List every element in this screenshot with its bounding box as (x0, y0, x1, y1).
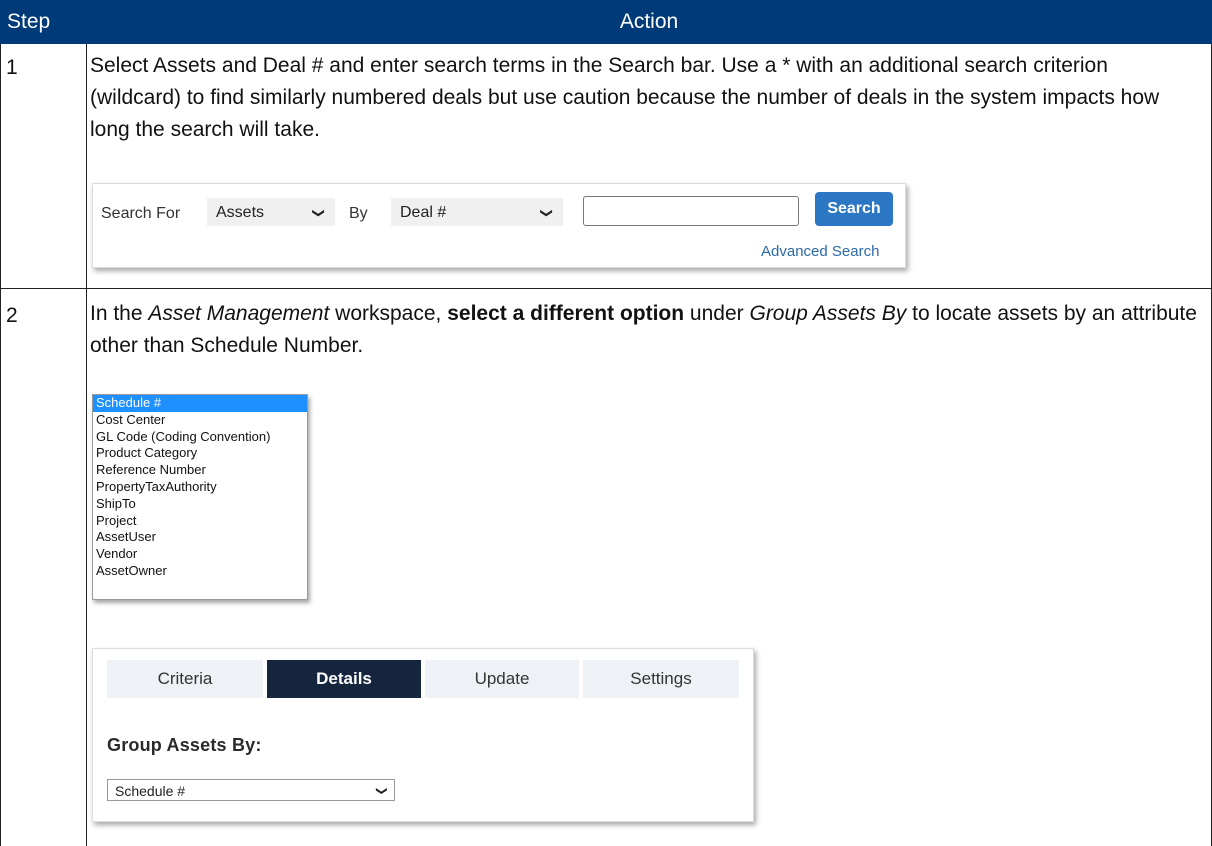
table-header: Step Action (0, 0, 1212, 44)
chevron-down-icon: ❯ (539, 207, 554, 219)
text-part: under (684, 302, 750, 325)
list-item[interactable]: Reference Number (93, 462, 307, 479)
step-2-text: In the Asset Management workspace, selec… (90, 298, 1200, 362)
search-for-label: Search For (101, 205, 181, 222)
by-label: By (349, 205, 368, 222)
tab-settings[interactable]: Settings (583, 660, 739, 698)
text-part-emphasis: select a different option (447, 302, 685, 325)
table-border-left (0, 44, 1, 846)
list-item[interactable]: Vendor (93, 546, 307, 563)
chevron-down-icon: ❯ (375, 786, 388, 796)
step-1-text: Select Assets and Deal # and enter searc… (90, 54, 1160, 141)
instruction-table: Step Action 1 Select Assets and Deal # a… (0, 0, 1212, 846)
list-item[interactable]: AssetUser (93, 529, 307, 546)
text-part-field: Group Assets By (749, 302, 907, 325)
list-item[interactable]: Project (93, 513, 307, 530)
list-item[interactable]: GL Code (Coding Convention) (93, 429, 307, 446)
list-item[interactable]: PropertyTaxAuthority (93, 479, 307, 496)
by-select[interactable]: Deal # ❯ (391, 198, 563, 226)
table-column-divider (86, 44, 87, 846)
search-input[interactable] (583, 196, 799, 226)
chevron-down-icon: ❯ (311, 207, 326, 219)
step-number-2: 2 (6, 304, 18, 327)
search-bar: Search For Assets ❯ By Deal # ❯ Search A… (92, 183, 906, 268)
header-step: Step (7, 10, 51, 33)
list-item[interactable]: Cost Center (93, 412, 307, 429)
search-button[interactable]: Search (815, 192, 893, 226)
group-assets-by-value: Schedule # (115, 783, 186, 799)
tab-update[interactable]: Update (425, 660, 579, 698)
asset-management-panel: Criteria Details Update Settings Group A… (92, 648, 754, 822)
text-part: workspace, (329, 302, 448, 325)
search-for-select[interactable]: Assets ❯ (207, 198, 335, 226)
text-part-workspace: Asset Management (148, 302, 330, 325)
tab-criteria[interactable]: Criteria (107, 660, 263, 698)
header-action: Action (619, 10, 679, 33)
by-value: Deal # (400, 204, 447, 221)
list-item[interactable]: ShipTo (93, 496, 307, 513)
advanced-search-link[interactable]: Advanced Search (761, 243, 879, 260)
search-for-value: Assets (216, 204, 265, 221)
group-by-listbox[interactable]: Schedule # Cost Center GL Code (Coding C… (92, 394, 308, 600)
step-number-1: 1 (6, 56, 18, 79)
list-item[interactable]: AssetOwner (93, 563, 307, 580)
group-assets-by-select[interactable]: Schedule # ❯ (107, 779, 395, 801)
list-item[interactable]: Schedule # (93, 395, 307, 412)
tab-details[interactable]: Details (267, 660, 421, 698)
text-part: In the (90, 302, 149, 325)
group-assets-by-label: Group Assets By: (107, 735, 262, 755)
list-item[interactable]: Product Category (93, 445, 307, 462)
row-divider (0, 288, 1212, 289)
